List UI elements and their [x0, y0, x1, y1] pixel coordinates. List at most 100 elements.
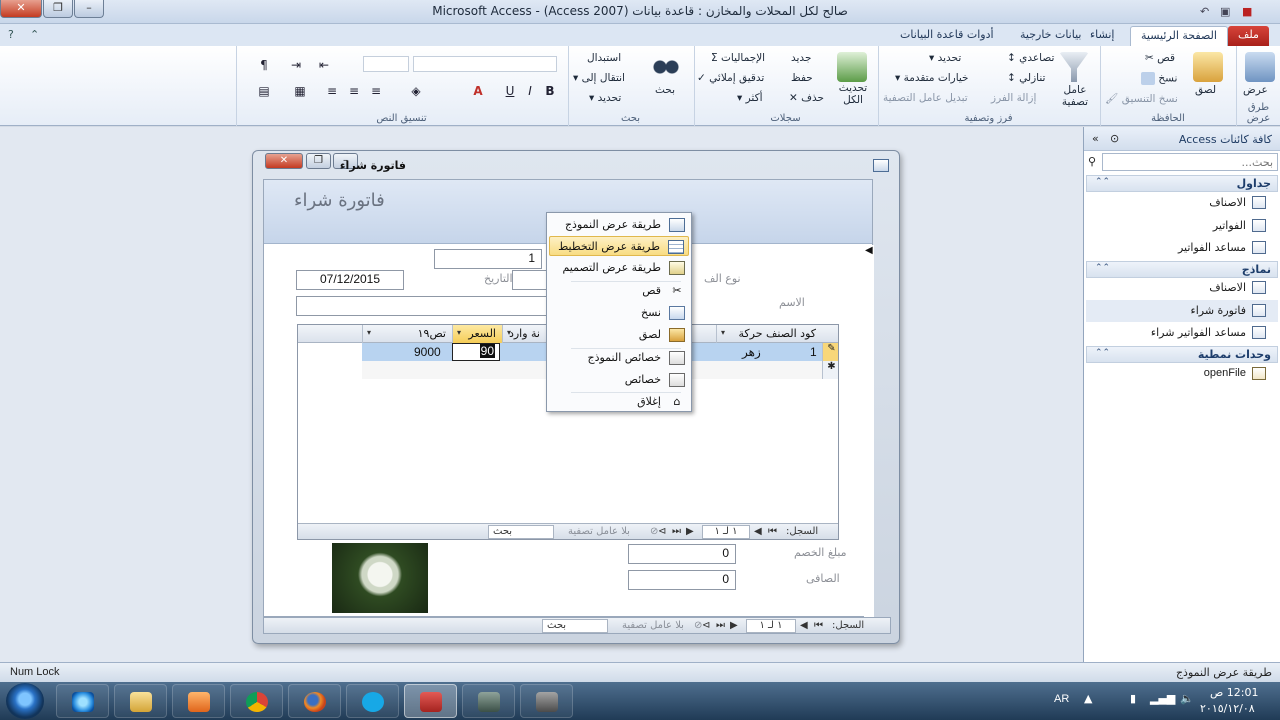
gridlines-icon[interactable]: ▦: [291, 82, 309, 100]
next-record-icon[interactable]: ▶: [686, 526, 694, 537]
tab-database-tools[interactable]: أدوات قاعدة البيانات: [890, 26, 1004, 46]
tab-home[interactable]: الصفحة الرئيسية: [1130, 26, 1228, 46]
menu-item-layout-view[interactable]: طريقة عرض التخطيط: [549, 236, 689, 256]
alternate-row-color-icon[interactable]: ▤: [255, 82, 273, 100]
form-restore-button[interactable]: ❐: [306, 153, 331, 169]
next-record-icon[interactable]: ▶: [730, 620, 738, 631]
advanced-button[interactable]: خيارات متقدمة ▾: [895, 72, 969, 84]
window-close-button[interactable]: ✕: [0, 0, 42, 18]
text-direction-icon[interactable]: ¶: [255, 56, 273, 74]
font-size-combo[interactable]: [363, 56, 409, 72]
tray-expand-icon[interactable]: ▲: [1084, 692, 1092, 705]
paste-icon[interactable]: [1193, 52, 1223, 82]
menu-item-copy[interactable]: نسخ: [549, 303, 689, 323]
taskbar-skype[interactable]: [346, 684, 399, 718]
copy-button[interactable]: نسخ: [1141, 72, 1177, 85]
nav-search-input[interactable]: [1102, 153, 1278, 171]
form-record-position[interactable]: ١ لـ ١: [746, 619, 796, 633]
selection-button[interactable]: تحديد ▾: [929, 52, 961, 64]
menu-item-paste[interactable]: لصق: [549, 325, 689, 345]
toggle-filter-button[interactable]: تبديل عامل التصفية: [883, 92, 968, 104]
subform-no-filter[interactable]: بلا عامل تصفية: [568, 526, 630, 537]
total-cell[interactable]: 9000: [414, 345, 441, 359]
italic-button[interactable]: I: [521, 82, 539, 100]
paste-button[interactable]: لصق: [1195, 84, 1216, 96]
remove-sort-button[interactable]: إزالة الفرز: [991, 92, 1036, 104]
select-button[interactable]: تحديد ▾: [589, 92, 621, 104]
last-record-icon[interactable]: ⏭: [672, 526, 681, 537]
volume-icon[interactable]: 🔈: [1180, 692, 1194, 705]
menu-item-cut[interactable]: ✂ قص: [549, 281, 689, 301]
tab-create[interactable]: إنشاء: [1080, 26, 1124, 46]
menu-item-form-properties[interactable]: خصائص النموذج: [549, 348, 689, 368]
invoice-number-field[interactable]: 1: [434, 249, 542, 269]
date-field[interactable]: 07/12/2015: [296, 270, 404, 290]
language-indicator[interactable]: AR: [1054, 693, 1069, 705]
last-record-icon[interactable]: ⏭: [716, 620, 725, 631]
save-icon[interactable]: ▣: [1220, 5, 1230, 18]
nav-group-tables[interactable]: جداول ⌃⌃: [1086, 175, 1278, 192]
nav-item-table[interactable]: الفواتير: [1086, 215, 1278, 237]
form-close-button[interactable]: ✕: [265, 153, 303, 169]
menu-item-close[interactable]: ⌂ إغلاق: [549, 392, 689, 412]
indent-icon[interactable]: ⇥: [287, 56, 305, 74]
tab-file[interactable]: ملف: [1228, 26, 1269, 46]
totals-button[interactable]: الإجماليات Σ: [711, 52, 765, 64]
align-right-icon[interactable]: ≡: [367, 82, 385, 100]
new-record-icon[interactable]: ⊳: [702, 620, 710, 631]
nav-item-table[interactable]: مساعد الفواتير: [1086, 237, 1278, 259]
undo-icon[interactable]: ↶: [1200, 5, 1209, 18]
sort-ascending-button[interactable]: تصاعدي ↕: [1007, 52, 1054, 64]
outdent-icon[interactable]: ⇤: [315, 56, 333, 74]
new-row-selector[interactable]: ✱: [822, 361, 838, 379]
cut-button[interactable]: قص ✂: [1145, 52, 1175, 64]
subform-search-box[interactable]: بحث: [488, 525, 554, 539]
search-icon[interactable]: ⚲: [1088, 155, 1096, 168]
new-record-icon[interactable]: ⊳: [658, 526, 666, 537]
clock-time[interactable]: 12:01 ص: [1210, 686, 1259, 699]
prev-record-icon[interactable]: ◀: [754, 526, 762, 537]
align-left-icon[interactable]: ≡: [323, 82, 341, 100]
column-header-price[interactable]: السعر ▾: [452, 325, 502, 343]
net-amount-field[interactable]: 0: [628, 570, 736, 590]
help-icon[interactable]: ?: [8, 28, 14, 41]
battery-icon[interactable]: ▮: [1130, 692, 1136, 705]
nav-pane-header[interactable]: كافة كائنات Access « ⊙: [1084, 127, 1280, 151]
form-search-box[interactable]: بحث: [542, 619, 608, 633]
nav-item-form[interactable]: مساعد الفواتير شراء: [1086, 322, 1278, 344]
item-cell[interactable]: زهر: [742, 345, 761, 359]
new-record-button[interactable]: جديد: [791, 52, 811, 64]
font-color-button[interactable]: A: [469, 82, 487, 100]
filter-button[interactable]: عامل تصفية: [1057, 84, 1093, 108]
refresh-icon[interactable]: [837, 52, 867, 82]
column-header-item-code[interactable]: كود الصنف حركة ▾: [716, 325, 822, 343]
discount-amount-field[interactable]: 0: [628, 544, 736, 564]
nav-group-modules[interactable]: وحدات نمطية ⌃⌃: [1086, 346, 1278, 363]
menu-item-form-view[interactable]: طريقة عرض النموذج: [549, 215, 689, 235]
view-icon[interactable]: [1245, 52, 1275, 82]
column-header-total[interactable]: تص١٩ ▾: [362, 325, 452, 343]
start-button[interactable]: [6, 683, 44, 719]
price-cell[interactable]: 90: [452, 343, 500, 361]
row-selector-editing[interactable]: ✎: [822, 343, 838, 361]
format-painter-button[interactable]: نسخ التنسيق 🖌: [1105, 92, 1178, 105]
window-minimize-button[interactable]: –: [74, 0, 104, 18]
spelling-button[interactable]: تدقيق إملائي ✓: [697, 72, 764, 84]
first-record-icon[interactable]: ⏮: [768, 526, 777, 537]
menu-item-properties[interactable]: خصائص: [549, 370, 689, 390]
sort-descending-button[interactable]: تنازلي ↕: [1007, 72, 1045, 84]
nav-item-table[interactable]: الاصناف: [1086, 192, 1278, 214]
view-button[interactable]: عرض: [1243, 84, 1268, 96]
taskbar-explorer[interactable]: [114, 684, 167, 718]
nav-item-form[interactable]: فاتورة شراء: [1086, 300, 1278, 322]
nav-group-forms[interactable]: نماذج ⌃⌃: [1086, 261, 1278, 278]
subform-record-position[interactable]: ١ لـ ١: [702, 525, 750, 539]
underline-button[interactable]: U: [501, 82, 519, 100]
binoculars-icon[interactable]: [651, 52, 681, 82]
collapse-ribbon-icon[interactable]: ⌃: [30, 28, 39, 41]
bold-button[interactable]: B: [541, 82, 559, 100]
pane-menu-icon[interactable]: ⊙: [1110, 132, 1119, 145]
refresh-all-button[interactable]: تحديث الكل: [835, 82, 871, 106]
taskbar-firefox[interactable]: [288, 684, 341, 718]
prev-record-icon[interactable]: ◀: [800, 620, 808, 631]
